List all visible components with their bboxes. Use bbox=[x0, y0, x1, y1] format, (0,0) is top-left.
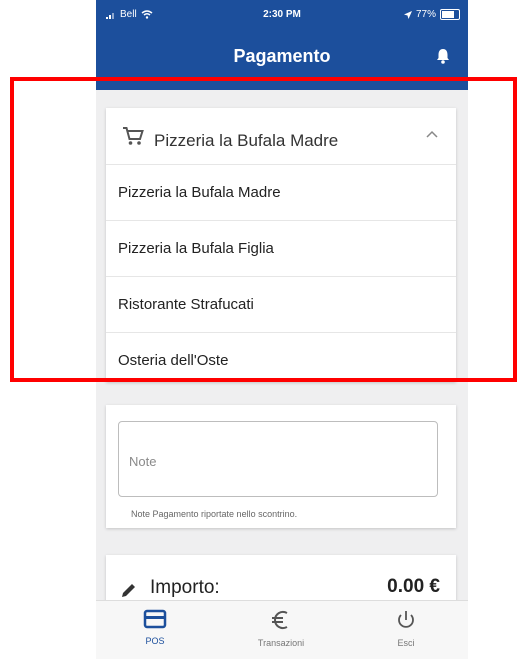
note-hint: Note Pagamento riportate nello scontrino… bbox=[131, 509, 298, 519]
nav-esci-label: Esci bbox=[397, 638, 415, 648]
location-icon bbox=[403, 10, 412, 19]
note-card: Note Note Pagamento riportate nello scon… bbox=[106, 405, 456, 528]
power-icon bbox=[398, 611, 414, 628]
highlight-box bbox=[10, 77, 517, 382]
nav-pos-label: POS bbox=[145, 636, 165, 646]
nav-transazioni-label: Transazioni bbox=[257, 638, 305, 648]
nav-transazioni[interactable]: Transazioni bbox=[236, 609, 326, 648]
pencil-icon bbox=[122, 584, 135, 597]
nav-pos[interactable]: POS bbox=[110, 609, 200, 646]
nav-esci[interactable]: Esci bbox=[361, 609, 451, 648]
note-placeholder: Note bbox=[129, 454, 157, 469]
status-right: 77% bbox=[403, 9, 460, 20]
battery-icon bbox=[440, 9, 460, 20]
battery-percent: 77% bbox=[415, 9, 436, 20]
status-bar: Bell 2:30 PM 77% bbox=[96, 0, 468, 30]
bell-icon[interactable] bbox=[436, 48, 450, 64]
page-title: Pagamento bbox=[233, 46, 331, 66]
card-icon bbox=[143, 609, 167, 629]
note-input[interactable]: Note bbox=[118, 421, 438, 497]
bottom-nav: POS Transazioni Esci bbox=[96, 600, 468, 659]
euro-icon bbox=[272, 610, 288, 630]
amount-label: Importo: bbox=[150, 577, 220, 598]
amount-value[interactable]: 0.00 € bbox=[387, 576, 440, 598]
